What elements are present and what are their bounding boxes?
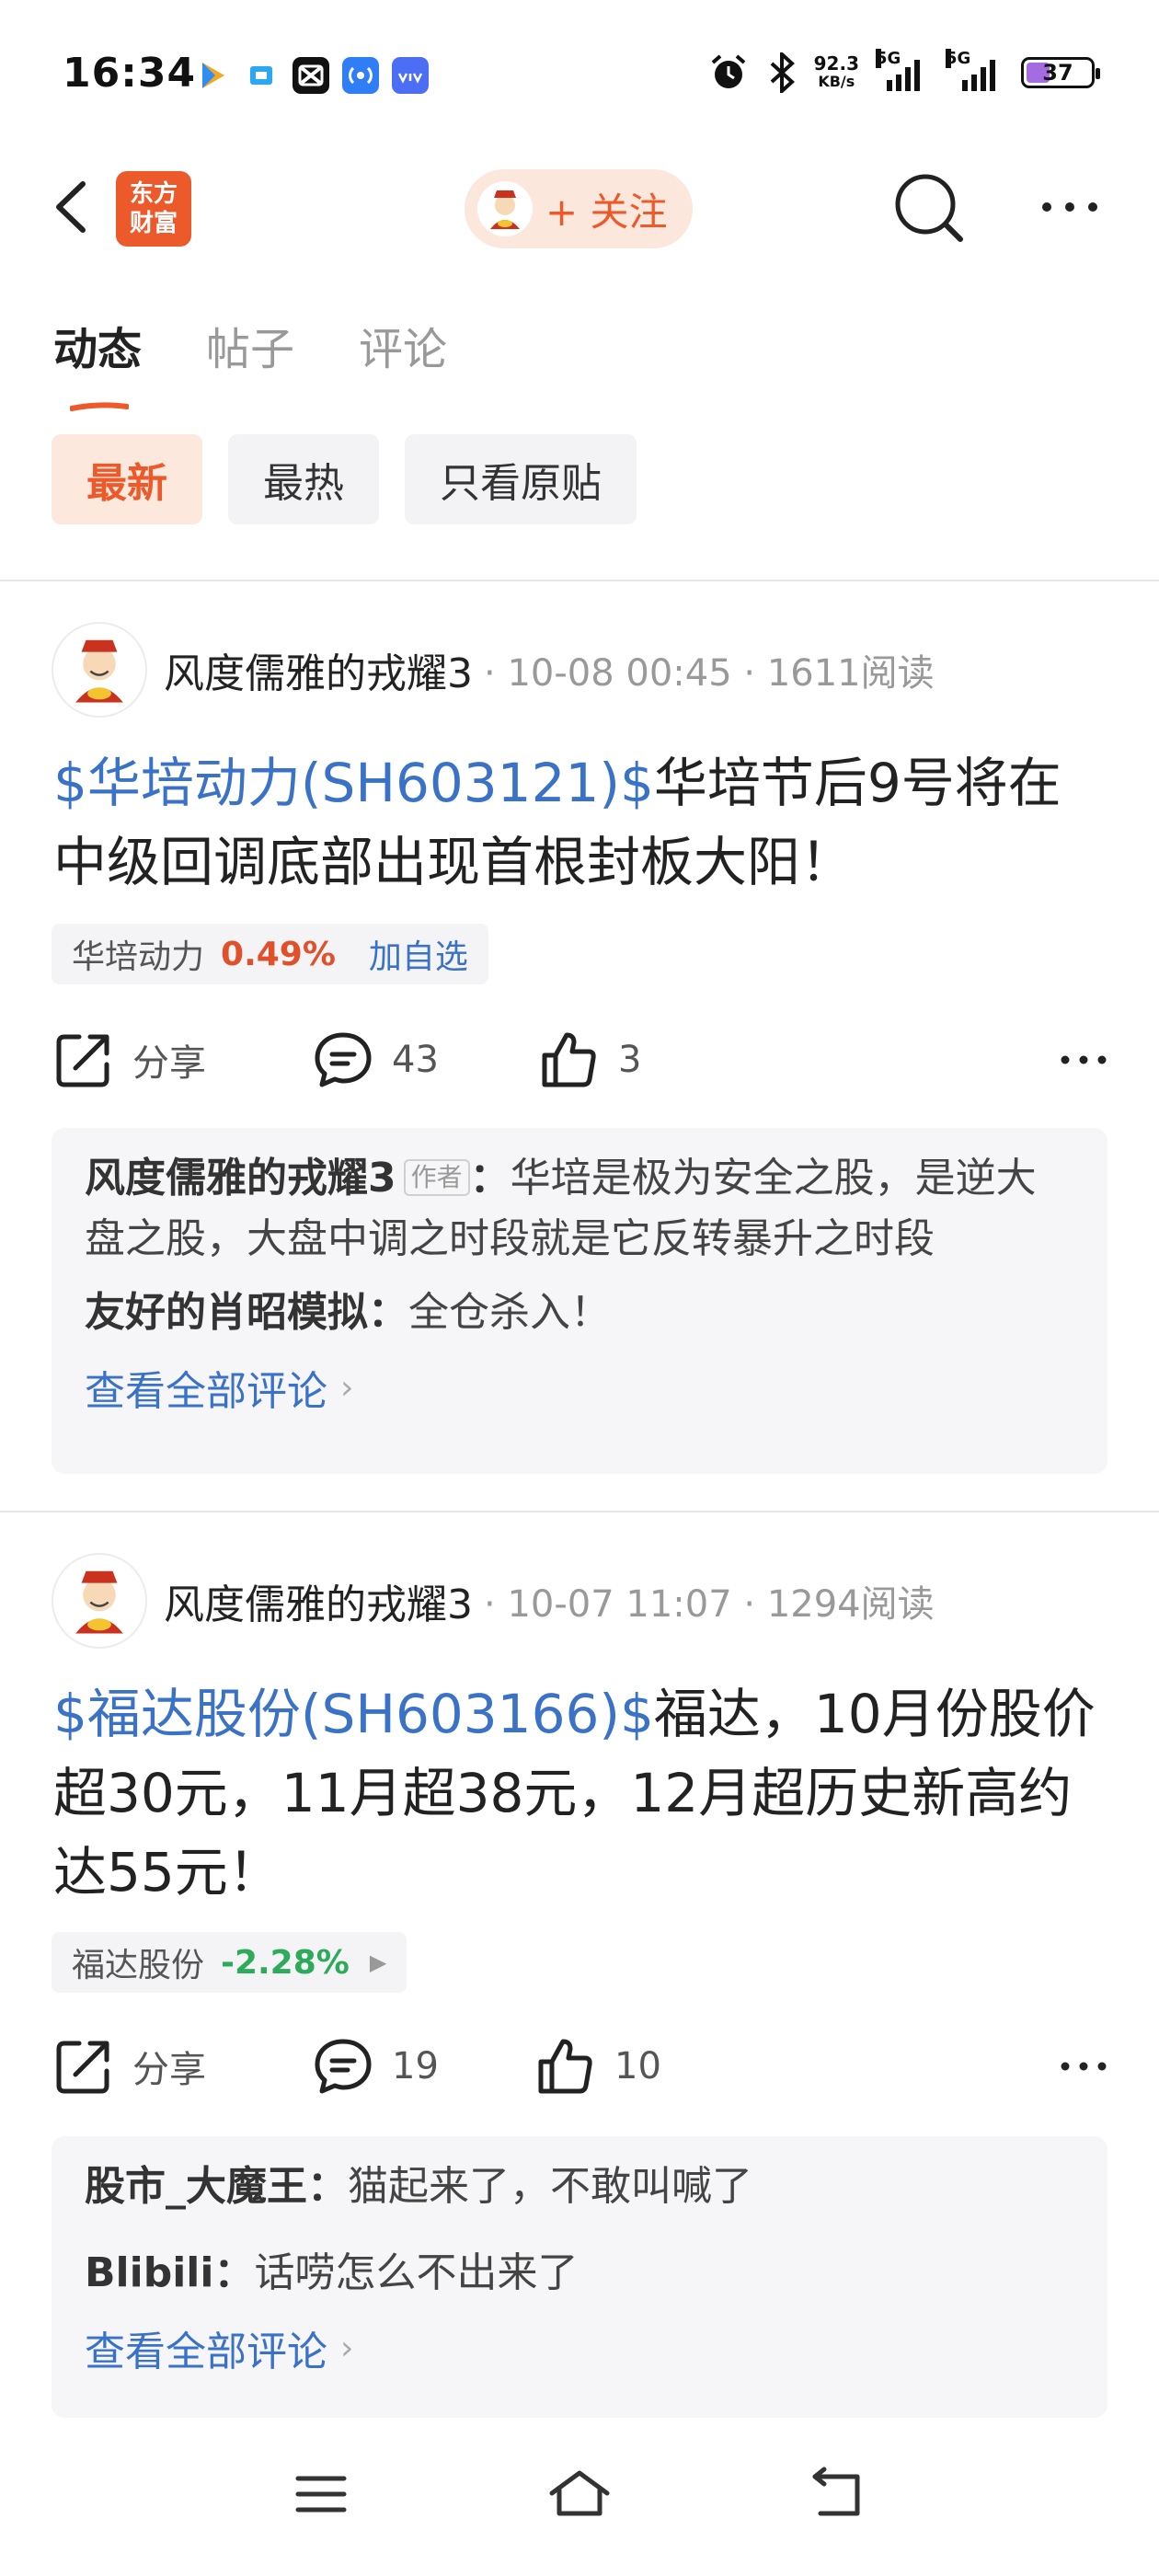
broadcast-icon <box>342 57 379 94</box>
share-icon <box>56 2041 109 2094</box>
tab-comments[interactable]: 评论 <box>359 313 447 377</box>
stock-change: -2.28% <box>221 1943 350 1982</box>
post-date: · 10-08 00:45 · 1611阅读 <box>484 652 935 695</box>
avatar <box>477 181 533 236</box>
comment-item: 友好的肖昭模拟：全仓杀入！ <box>85 1289 611 1336</box>
back-nav-icon[interactable] <box>808 2466 868 2523</box>
comment-text: 话唠怎么不出来了 <box>254 2249 579 2296</box>
alarm-icon <box>711 54 745 88</box>
chevron-right-icon: › <box>340 2329 354 2367</box>
status-indicators: 92.3 KB/s 5G 5G 37 <box>707 49 1100 94</box>
tab-active-indicator <box>70 402 129 411</box>
stock-link[interactable]: $福达股份(SH603166)$ <box>53 1683 654 1745</box>
tab-posts[interactable]: 帖子 <box>206 313 294 377</box>
clock: 16:34 <box>63 50 197 97</box>
thumbs-up-icon <box>538 2039 592 2094</box>
comment-button[interactable]: 43 <box>313 1023 439 1097</box>
home-icon[interactable] <box>546 2466 613 2523</box>
caishen-avatar-icon <box>75 639 123 703</box>
chevron-right-icon: ▶ <box>369 1949 387 1975</box>
stock-name: 福达股份 <box>72 1947 205 1984</box>
chevron-right-icon: › <box>340 1368 354 1407</box>
comment-icon <box>315 2039 372 2094</box>
follow-label: + 关注 <box>545 189 668 235</box>
stock-tag[interactable]: 福达股份 -2.28% ▶ <box>52 1932 407 1993</box>
like-button[interactable]: 10 <box>535 2030 661 2103</box>
view-all-comments-link[interactable]: 查看全部评论 › <box>85 2318 1074 2377</box>
post-title[interactable]: $华培动力(SH603121)$华培节后9号将在中级回调底部出现首根封板大阳！ <box>53 743 1111 902</box>
more-icon[interactable] <box>1056 1032 1111 1087</box>
top-nav: 东方 财富 + 关注 <box>0 156 1159 258</box>
notification-icons <box>193 57 429 94</box>
net-speed: 92.3 KB/s <box>813 52 859 90</box>
vivo-icon <box>392 57 429 94</box>
like-button[interactable]: 3 <box>539 1023 641 1097</box>
filter-original-only[interactable]: 只看原贴 <box>405 434 637 524</box>
back-icon[interactable] <box>44 175 99 239</box>
comment-user[interactable]: 风度儒雅的戎耀3 <box>85 1155 396 1202</box>
divider <box>0 580 1159 581</box>
comment-text: 全仓杀入！ <box>408 1289 611 1336</box>
author-name[interactable]: 风度儒雅的戎耀3 <box>164 1571 473 1630</box>
signal-icon: 5G <box>876 49 929 91</box>
comment-icon <box>315 1032 372 1087</box>
follow-button[interactable]: + 关注 <box>465 169 693 248</box>
signal-icon-2: 5G <box>946 49 1004 91</box>
share-button[interactable]: 分享 <box>53 2030 206 2103</box>
view-all-comments-link[interactable]: 查看全部评论 › <box>85 1358 1074 1417</box>
comment-text: 猫起来了，不敢叫喊了 <box>348 2163 752 2210</box>
bluetooth-icon <box>770 52 795 93</box>
profile-tabs: 动态 帖子 评论 <box>53 313 447 411</box>
comments-preview[interactable]: 股市_大魔王：猫起来了，不敢叫喊了 Blibili：话唠怎么不出来了 查看全部评… <box>52 2136 1107 2418</box>
comment-item: 股市_大魔王：猫起来了，不敢叫喊了 <box>85 2163 752 2210</box>
menu-icon[interactable] <box>293 2466 350 2523</box>
stock-link[interactable]: $华培动力(SH603121)$ <box>53 752 654 814</box>
share-button[interactable]: 分享 <box>53 1023 206 1097</box>
caishen-avatar-icon <box>75 1570 123 1634</box>
author-badge: 作者 <box>403 1159 470 1196</box>
comment-item: Blibili：话唠怎么不出来了 <box>85 2249 579 2296</box>
comment-user[interactable]: Blibili <box>85 2249 213 2296</box>
post-title[interactable]: $福达股份(SH603166)$福达，10月份股价超30元，11月超38元，12… <box>53 1674 1111 1912</box>
stock-change: 0.49% <box>221 935 336 973</box>
post-date: · 10-07 11:07 · 1294阅读 <box>484 1583 935 1626</box>
comment-item: 风度儒雅的戎耀3 作者 ：华培是极为安全之股，是逆大盘之股，大盘中调之时段就是它反转… <box>85 1155 1037 1262</box>
battery-icon: 37 <box>1021 57 1100 88</box>
video-app-icon <box>193 57 230 94</box>
author-name[interactable]: 风度儒雅的戎耀3 <box>164 640 473 699</box>
post-author-row: 风度儒雅的戎耀3 · 10-08 00:45 · 1611阅读 <box>52 622 935 718</box>
caishen-avatar-icon <box>490 190 520 229</box>
comments-preview[interactable]: 风度儒雅的戎耀3 作者 ：华培是极为安全之股，是逆大盘之股，大盘中调之时段就是它反转… <box>52 1128 1107 1474</box>
status-bar: 16:34 92.3 KB/s 5G 5G 37 <box>0 0 1159 152</box>
filter-hottest[interactable]: 最热 <box>228 434 379 524</box>
author-avatar[interactable] <box>52 1553 147 1649</box>
add-watchlist-button[interactable]: 加自选 <box>369 930 468 978</box>
capcut-icon <box>293 57 329 94</box>
divider <box>0 1511 1159 1512</box>
thumbs-up-icon <box>542 1032 596 1087</box>
post-actions: 分享 43 3 <box>53 1023 1111 1097</box>
author-avatar[interactable] <box>52 622 147 718</box>
more-icon[interactable] <box>1038 184 1102 230</box>
comment-user[interactable]: 股市_大魔王 <box>85 2163 307 2210</box>
comment-user[interactable]: 友好的肖昭模拟 <box>85 1289 368 1336</box>
stock-tag[interactable]: 华培动力 0.49% 加自选 <box>52 924 488 984</box>
share-icon <box>56 1034 109 1087</box>
cloud-app-icon <box>243 57 280 94</box>
tab-dynamic[interactable]: 动态 <box>53 313 142 411</box>
search-icon[interactable] <box>890 169 968 247</box>
brand-logo[interactable]: 东方 财富 <box>116 171 191 247</box>
stock-name: 华培动力 <box>72 938 205 976</box>
comment-button[interactable]: 19 <box>313 2030 439 2103</box>
filter-chips: 最新 最热 只看原贴 <box>52 434 637 524</box>
system-nav-bar <box>0 2466 1159 2548</box>
more-icon[interactable] <box>1056 2039 1111 2094</box>
post-author-row: 风度儒雅的戎耀3 · 10-07 11:07 · 1294阅读 <box>52 1553 935 1649</box>
filter-latest[interactable]: 最新 <box>52 434 202 524</box>
post-actions: 分享 19 10 <box>53 2030 1111 2103</box>
